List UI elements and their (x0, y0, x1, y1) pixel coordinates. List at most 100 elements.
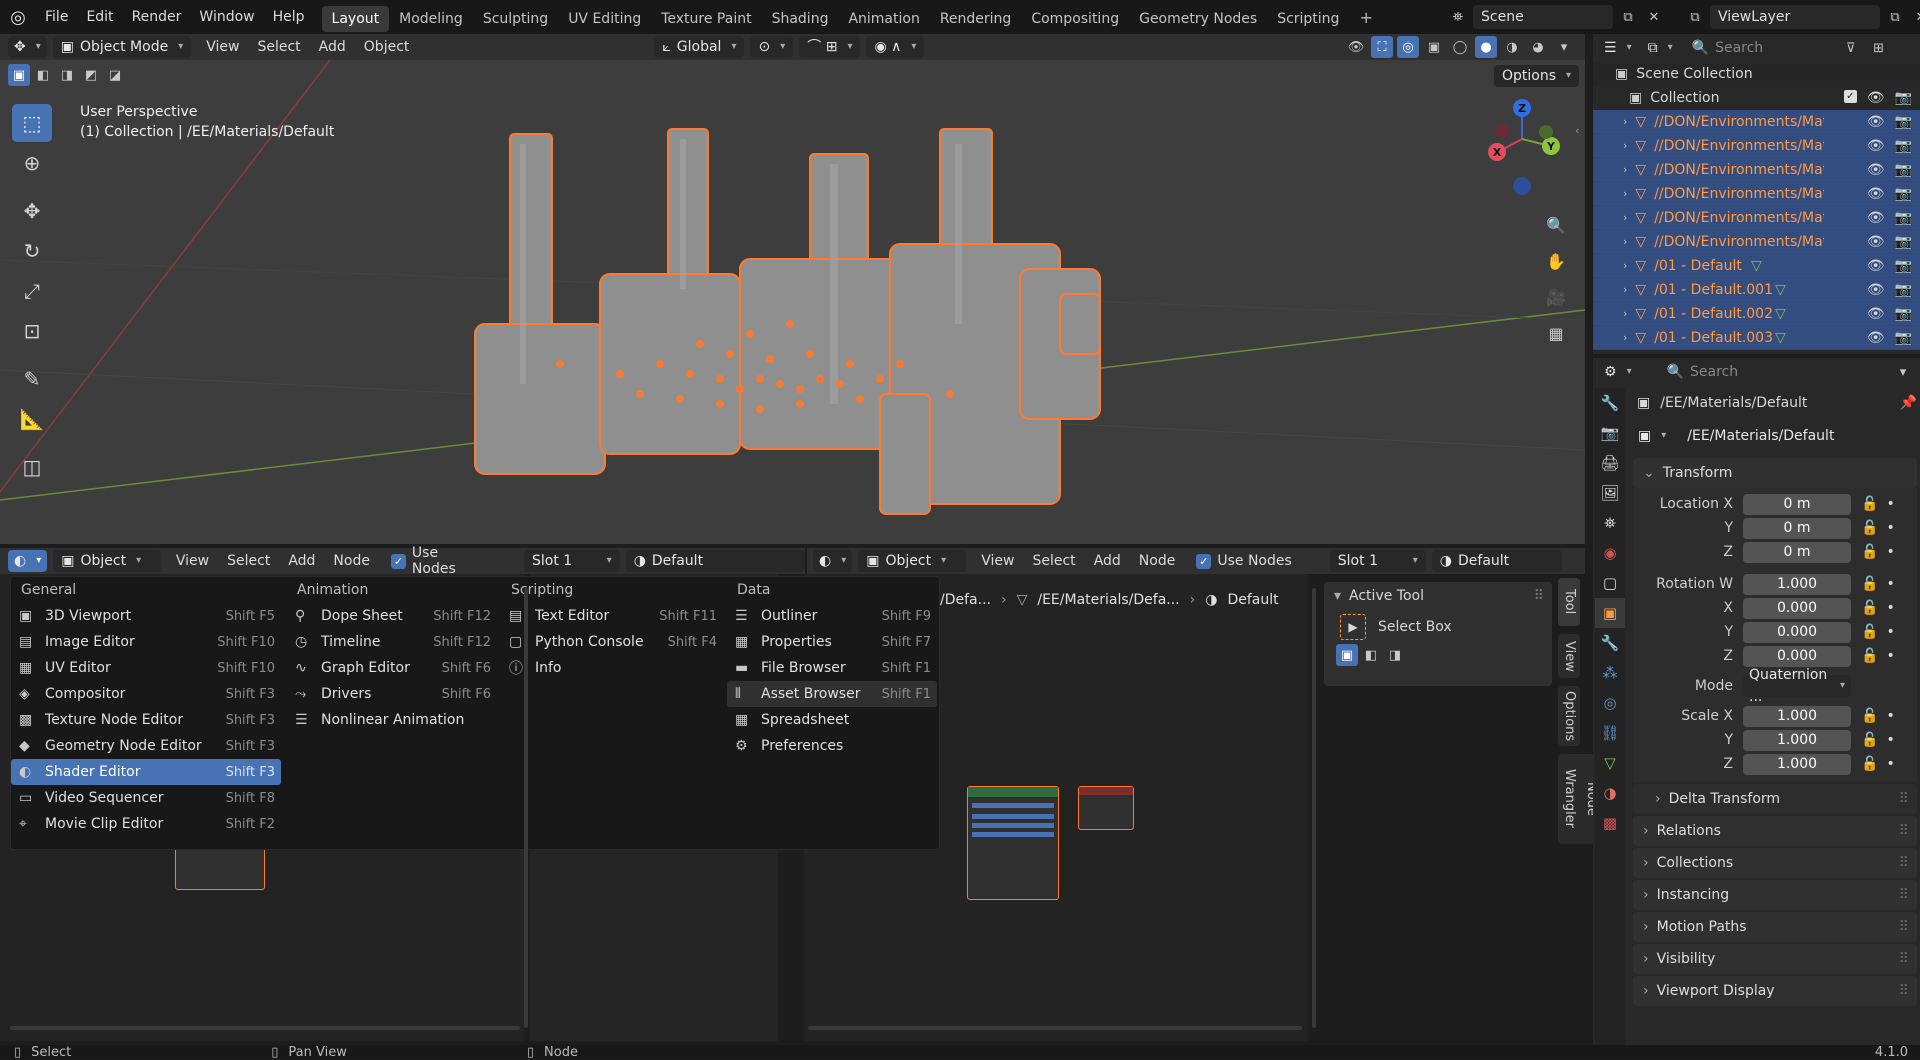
principled-bsdf-node[interactable] (967, 786, 1059, 900)
texture-tab-icon[interactable]: ▩ (1595, 808, 1625, 838)
menu-item-texture-node-editor[interactable]: ▩ Texture Node Editor Shift F3 (11, 707, 281, 733)
pan-hand-icon[interactable]: ✋ (1541, 246, 1571, 276)
mode-extend-icon[interactable]: ◧ (1360, 644, 1382, 666)
tab-geometry-nodes[interactable]: Geometry Nodes (1129, 6, 1267, 32)
breadcrumb-item[interactable]: Default (1227, 592, 1278, 608)
lock-icon[interactable]: 🔓 (1861, 600, 1878, 616)
outliner-item[interactable]: › ▽/01 - Default.003 ▽ 👁 📷 (1593, 326, 1920, 350)
lock-icon[interactable]: 🔓 (1861, 544, 1878, 560)
menu-item-dope-sheet[interactable]: ⚲ Dope Sheet Shift F12 (287, 603, 497, 629)
active-tool-header[interactable]: ▾ Active Tool ⠿ (1324, 582, 1552, 610)
menu-item-graph-editor[interactable]: ∿ Graph Editor Shift F6 (287, 655, 497, 681)
section-motion-paths[interactable]: › Motion Paths ⠿ (1633, 912, 1917, 942)
expand-chevron-icon[interactable]: › (1623, 283, 1627, 296)
mesh-data-icon[interactable]: ▽ (1775, 282, 1786, 298)
shader-menu-add[interactable]: Add (1085, 548, 1130, 574)
object-name-field[interactable]: /EE/Materials/Default (1679, 425, 1910, 447)
eye-icon[interactable]: 👁 (1867, 114, 1885, 130)
drag-handle-icon[interactable]: ⠿ (1899, 919, 1909, 935)
menu-item-python-console[interactable]: ▢ Python Console Shift F4 (501, 629, 723, 655)
viewlayer-icon[interactable]: ⧉ (1684, 6, 1706, 28)
scale-z-field[interactable]: 1.000 (1743, 753, 1851, 775)
eye-icon[interactable]: 👁 (1867, 186, 1885, 202)
shader-menu-select[interactable]: Select (218, 548, 279, 574)
eye-icon[interactable]: 👁 (1867, 138, 1885, 154)
render-camera-icon[interactable]: 📷 (1895, 210, 1912, 226)
eye-icon[interactable]: 👁 (1867, 162, 1885, 178)
keyframe-dot-icon[interactable]: • (1886, 520, 1894, 536)
sidebar-tab-tool[interactable]: Tool (1558, 578, 1580, 626)
menu-item-text-editor[interactable]: ▤ Text Editor Shift F11 (501, 603, 723, 629)
render-camera-icon[interactable]: 📷 (1895, 330, 1912, 346)
menu-help[interactable]: Help (264, 0, 314, 34)
collection-tab-icon[interactable]: ▢ (1595, 568, 1625, 598)
menu-file[interactable]: File (36, 0, 77, 34)
material-output-node[interactable] (1078, 786, 1134, 830)
drag-handle-icon[interactable]: ⠿ (1899, 983, 1909, 999)
remove-scene-icon[interactable]: ✕ (1643, 6, 1665, 28)
render-camera-icon[interactable]: 📷 (1895, 258, 1912, 274)
expand-chevron-icon[interactable]: › (1623, 259, 1627, 272)
outliner-item[interactable]: › ▽/01 - Default ▽ 👁 📷 (1593, 254, 1920, 278)
rotation-mode-dropdown[interactable]: Quaternion ... ▾ (1743, 667, 1851, 705)
menu-item-shader-editor[interactable]: ◐ Shader Editor Shift F3 (11, 759, 281, 785)
grid-view-icon[interactable]: ▦ (1541, 318, 1571, 348)
menu-item-drivers[interactable]: ⤳ Drivers Shift F6 (287, 681, 497, 707)
v-scrollbar-right[interactable] (1312, 588, 1316, 1028)
tab-layout[interactable]: Layout (321, 6, 390, 32)
mode-subtract-icon[interactable]: ◨ (1384, 644, 1406, 666)
render-camera-icon[interactable]: 📷 (1895, 90, 1912, 106)
shader-menu-add[interactable]: Add (279, 548, 324, 574)
render-camera-icon[interactable]: 📷 (1895, 114, 1912, 130)
eye-icon[interactable]: 👁 (1867, 234, 1885, 250)
physics-tab-icon[interactable]: ◎ (1595, 688, 1625, 718)
slot-dropdown-right[interactable]: Slot 1 ▾ (1329, 550, 1426, 572)
shader-menu-node[interactable]: Node (324, 548, 379, 574)
tab-rendering[interactable]: Rendering (930, 6, 1022, 32)
object-type-dropdown[interactable]: ▣ Object ▾ (53, 550, 161, 572)
render-camera-icon[interactable]: 📷 (1895, 186, 1912, 202)
tab-texture-paint[interactable]: Texture Paint (651, 6, 761, 32)
mesh-data-icon[interactable]: ▽ (1775, 330, 1786, 346)
eye-icon[interactable]: 👁 (1867, 90, 1885, 106)
tab-animation[interactable]: Animation (838, 6, 929, 32)
outliner-item[interactable]: › ▽/01 - Default.001 ▽ 👁 📷 (1593, 278, 1920, 302)
shader-menu-node[interactable]: Node (1130, 548, 1185, 574)
data-tab-icon[interactable]: ▽ (1595, 748, 1625, 778)
render-camera-icon[interactable]: 📷 (1895, 282, 1912, 298)
rotation-y-field[interactable]: 0.000 (1743, 621, 1851, 643)
mesh-data-icon[interactable]: ▽ (1751, 258, 1762, 274)
pin-icon[interactable]: 📌 (1900, 395, 1917, 411)
expand-chevron-icon[interactable]: › (1623, 139, 1627, 152)
keyframe-dot-icon[interactable]: • (1886, 708, 1894, 724)
view-layer-tab-icon[interactable]: 🖼 (1595, 478, 1625, 508)
eye-icon[interactable]: 👁 (1867, 330, 1885, 346)
menu-item-info[interactable]: ⓘ Info (501, 655, 723, 681)
properties-search[interactable]: 🔍 Search (1658, 361, 1799, 383)
expand-chevron-icon[interactable]: › (1623, 115, 1627, 128)
expand-chevron-icon[interactable]: › (1623, 235, 1627, 248)
outliner-item[interactable]: › ▽//DON/Environments/Mate 👁 📷 (1593, 110, 1920, 134)
section-visibility[interactable]: › Visibility ⠿ (1633, 944, 1917, 974)
expand-chevron-icon[interactable]: › (1623, 187, 1627, 200)
tab-scripting[interactable]: Scripting (1267, 6, 1349, 32)
eye-icon[interactable]: 👁 (1867, 210, 1885, 226)
menu-item-geometry-node-editor[interactable]: ◆ Geometry Node Editor Shift F3 (11, 733, 281, 759)
blender-logo-icon[interactable]: ◎ (0, 0, 36, 34)
location-z-field[interactable]: 0 m (1743, 541, 1851, 563)
tab-shading[interactable]: Shading (762, 6, 839, 32)
keyframe-dot-icon[interactable]: • (1886, 544, 1894, 560)
object-datablock-icon[interactable]: ▣ ▾ (1633, 425, 1672, 447)
drag-handle-icon[interactable]: ⠿ (1899, 855, 1909, 871)
scene-icon[interactable]: ⛯ (1447, 6, 1469, 28)
expand-chevron-icon[interactable]: › (1623, 163, 1627, 176)
render-camera-icon[interactable]: 📷 (1895, 234, 1912, 250)
scale-y-field[interactable]: 1.000 (1743, 729, 1851, 751)
rotation-x-field[interactable]: 0.000 (1743, 597, 1851, 619)
use-nodes-toggle-right[interactable]: ✓ Use Nodes (1196, 553, 1292, 569)
menu-item-spreadsheet[interactable]: ▦ Spreadsheet (727, 707, 937, 733)
mode-set-icon[interactable]: ▣ (1336, 644, 1358, 666)
tab-uv-editing[interactable]: UV Editing (558, 6, 651, 32)
output-tab-icon[interactable]: 🖨 (1595, 448, 1625, 478)
mesh-data-icon[interactable]: ▽ (1775, 306, 1786, 322)
